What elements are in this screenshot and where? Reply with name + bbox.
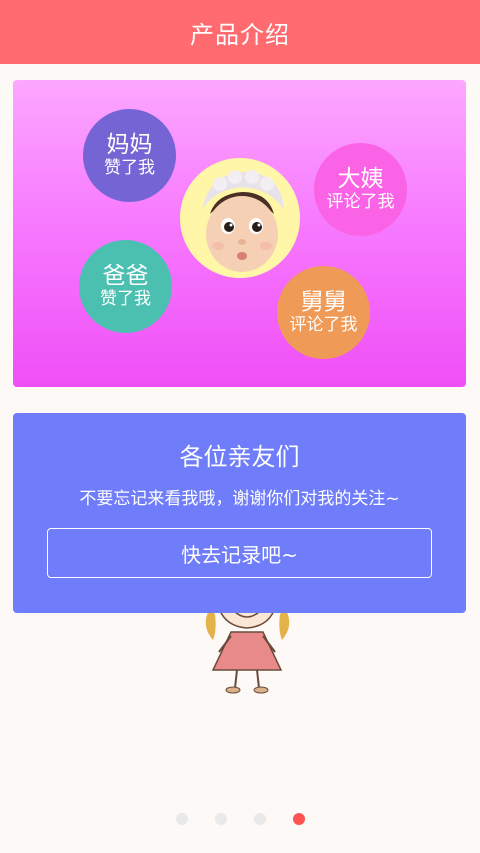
card-title: 各位亲友们	[179, 443, 300, 471]
page-dot[interactable]	[176, 813, 188, 825]
baby-avatar	[180, 158, 300, 278]
page-dot[interactable]	[254, 813, 266, 825]
hero-illustration: 妈妈 赞了我 大姨 评论了我 爸爸 赞了我 舅舅 评论了我	[13, 80, 466, 387]
bubble-name: 舅舅	[300, 289, 347, 315]
bubble-mama: 妈妈 赞了我	[83, 109, 176, 202]
bubble-name: 妈妈	[106, 132, 153, 158]
start-recording-button[interactable]: 快去记录吧~	[47, 528, 432, 578]
bubble-name: 爸爸	[102, 263, 149, 289]
bubble-name: 大姨	[337, 166, 384, 192]
invitation-card: 各位亲友们 不要忘记来看我哦，谢谢你们对我的关注~ 快去记录吧~	[13, 413, 466, 613]
page-dot[interactable]	[215, 813, 227, 825]
bubble-action: 赞了我	[104, 158, 155, 178]
bubble-action: 评论了我	[326, 192, 395, 212]
bubble-jiujiu: 舅舅 评论了我	[277, 266, 370, 359]
header-bar: 产品介绍	[0, 0, 480, 64]
cartoon-girl-illustration	[195, 599, 300, 700]
page-indicator	[0, 813, 480, 827]
baby-face-illustration	[180, 158, 300, 278]
page-title: 产品介绍	[190, 20, 290, 49]
bubble-action: 赞了我	[100, 289, 151, 309]
card-message: 不要忘记来看我哦，谢谢你们对我的关注~	[79, 489, 400, 509]
bubble-dayi: 大姨 评论了我	[314, 143, 407, 236]
page-dot-active[interactable]	[293, 813, 305, 825]
bubble-action: 评论了我	[289, 315, 358, 335]
bubble-baba: 爸爸 赞了我	[79, 240, 172, 333]
